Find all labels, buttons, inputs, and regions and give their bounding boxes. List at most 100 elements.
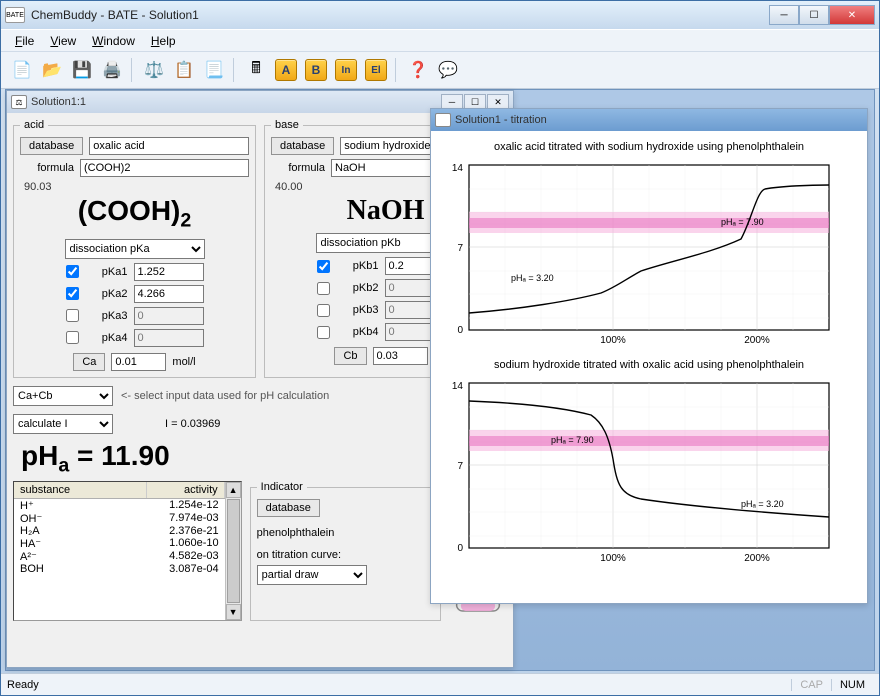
indicator-group: Indicator database phenolphthalein on ti… (250, 481, 441, 621)
svg-text:0: 0 (457, 543, 463, 554)
base-pkb2-check[interactable] (317, 282, 330, 295)
acid-dissoc-combo[interactable]: dissociation pKa (65, 239, 205, 259)
doc-icon: ▤ (435, 113, 451, 127)
balance-icon[interactable]: ⚖️ (141, 57, 167, 83)
minimize-button[interactable]: ─ (769, 5, 799, 25)
input-data-combo[interactable]: Ca+Cb (13, 386, 113, 406)
titration-title: Solution1 - titration (455, 114, 863, 126)
scroll-thumb[interactable] (227, 499, 240, 603)
acid-pka2-check[interactable] (66, 287, 79, 300)
app-window: BATE ChemBuddy - BATE - Solution1 ─ ☐ ✕ … (0, 0, 880, 696)
solution-title: Solution1:1 (31, 96, 440, 108)
titlebar[interactable]: BATE ChemBuddy - BATE - Solution1 ─ ☐ ✕ (1, 1, 879, 29)
cube-a-icon[interactable]: A (273, 57, 299, 83)
status-num: NUM (831, 679, 873, 691)
hint-icon[interactable]: 💬 (435, 57, 461, 83)
acid-pka3-check[interactable] (66, 309, 79, 322)
sheet1-icon[interactable]: 📋 (171, 57, 197, 83)
print-icon[interactable]: 🖨️ (99, 57, 125, 83)
balance-icon: ⚖ (11, 95, 27, 109)
acid-conc-button[interactable]: Ca (73, 353, 105, 371)
scroll-up-icon[interactable]: ▲ (226, 482, 241, 498)
indicator-database-button[interactable]: database (257, 499, 320, 517)
cube-in-icon[interactable]: In (333, 57, 359, 83)
cube-el-icon[interactable]: El (363, 57, 389, 83)
base-pkb1-check[interactable] (317, 260, 330, 273)
sheet2-icon[interactable]: 📃 (201, 57, 227, 83)
app-icon: BATE (5, 7, 25, 23)
save-icon[interactable]: 💾 (69, 57, 95, 83)
table-row[interactable]: BOH3.087e-04 (14, 563, 225, 575)
titration-titlebar[interactable]: ▤ Solution1 - titration (431, 109, 867, 131)
calc-method-combo[interactable]: calculate I (13, 414, 113, 434)
chart2: 0 7 14 100% 200% pHₐ = 7.90 pHₐ = 3.20 (441, 379, 841, 569)
base-formula-label: formula (271, 162, 325, 174)
calc-icon[interactable]: 🖩 (243, 57, 269, 83)
col-substance[interactable]: substance (14, 482, 147, 498)
acid-pka3-input[interactable] (134, 307, 204, 325)
acid-pka4-check[interactable] (66, 331, 79, 344)
open-file-icon[interactable]: 📂 (39, 57, 65, 83)
toolbar: 📄 📂 💾 🖨️ ⚖️ 📋 📃 🖩 A B In El ❓ 💬 (1, 51, 879, 89)
base-pkb3-label: pKb3 (339, 304, 379, 316)
base-database-button[interactable]: database (271, 137, 334, 155)
base-pkb4-check[interactable] (317, 326, 330, 339)
new-file-icon[interactable]: 📄 (9, 57, 35, 83)
acid-conc-input[interactable] (111, 353, 166, 371)
cube-b-icon[interactable]: B (303, 57, 329, 83)
menu-window[interactable]: Window (84, 32, 143, 50)
acid-database-button[interactable]: database (20, 137, 83, 155)
scroll-down-icon[interactable]: ▼ (226, 604, 241, 620)
acid-group: acid database formula 90.03 (COOH)2 dis (13, 119, 256, 378)
curve-label: on titration curve: (257, 549, 434, 561)
activity-table: substance activity H⁺1.254e-12OH⁻7.974e-… (13, 481, 242, 621)
close-button[interactable]: ✕ (829, 5, 875, 25)
base-pkb4-label: pKb4 (339, 326, 379, 338)
base-conc-input[interactable] (373, 347, 428, 365)
menu-file[interactable]: File (7, 32, 42, 50)
base-pkb1-label: pKb1 (339, 260, 379, 272)
indicator-name: phenolphthalein (257, 527, 434, 539)
acid-pka4-input[interactable] (134, 329, 204, 347)
acid-pka1-input[interactable] (134, 263, 204, 281)
titration-window: ▤ Solution1 - titration oxalic acid titr… (430, 108, 868, 604)
table-row[interactable]: H⁺1.254e-12 (14, 499, 225, 512)
base-pkb3-check[interactable] (317, 304, 330, 317)
col-activity[interactable]: activity (147, 482, 225, 498)
table-row[interactable]: HA⁻1.060e-10 (14, 537, 225, 550)
svg-text:100%: 100% (600, 553, 626, 564)
base-conc-button[interactable]: Cb (334, 347, 366, 365)
app-title: ChemBuddy - BATE - Solution1 (31, 8, 769, 22)
svg-text:0: 0 (457, 325, 463, 336)
acid-big-formula: (COOH)2 (20, 195, 249, 233)
acid-pka3-label: pKa3 (88, 310, 128, 322)
svg-text:100%: 100% (600, 335, 626, 346)
menu-view[interactable]: View (42, 32, 84, 50)
acid-formula-input[interactable] (80, 159, 249, 177)
chart1-title: oxalic acid titrated with sodium hydroxi… (441, 141, 857, 153)
maximize-button[interactable]: ☐ (799, 5, 829, 25)
acid-pka2-label: pKa2 (88, 288, 128, 300)
menubar: File View Window Help (1, 29, 879, 51)
chart1: 0 7 14 100% 200% pHₐ = 7.90 pHₐ = 3.20 (441, 161, 841, 351)
svg-text:14: 14 (452, 163, 464, 174)
acid-pka2-input[interactable] (134, 285, 204, 303)
help-icon[interactable]: ❓ (405, 57, 431, 83)
ionic-strength-label: I = 0.03969 (165, 418, 220, 430)
base-legend: base (271, 119, 303, 131)
svg-text:pHₐ = 3.20: pHₐ = 3.20 (741, 499, 784, 509)
table-row[interactable]: OH⁻7.974e-03 (14, 512, 225, 525)
acid-name-input[interactable] (89, 137, 249, 155)
status-cap: CAP (791, 679, 831, 691)
svg-text:200%: 200% (744, 335, 770, 346)
table-row[interactable]: H₂A2.376e-21 (14, 525, 225, 537)
acid-legend: acid (20, 119, 48, 131)
svg-text:14: 14 (452, 381, 464, 392)
table-row[interactable]: A²⁻4.582e-03 (14, 550, 225, 563)
table-scrollbar[interactable]: ▲ ▼ (225, 482, 241, 620)
menu-help[interactable]: Help (143, 32, 184, 50)
acid-pka1-check[interactable] (66, 265, 79, 278)
acid-conc-unit: mol/l (172, 356, 195, 368)
indicator-legend: Indicator (257, 481, 307, 493)
curve-combo[interactable]: partial draw (257, 565, 367, 585)
